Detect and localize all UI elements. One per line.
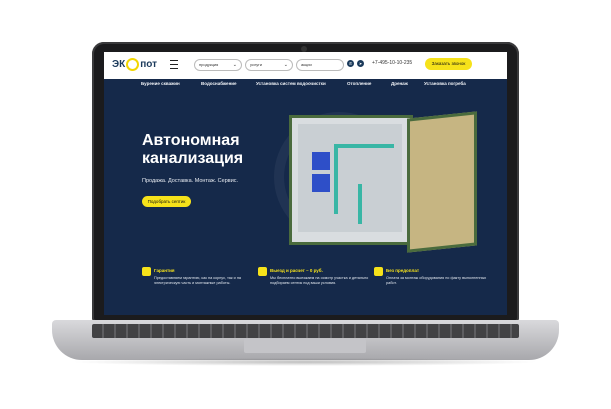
phone-number[interactable]: +7-495-10-10-235 — [372, 60, 412, 66]
blue-tank-top — [312, 152, 330, 170]
site-header: ЭК пот продукция ⌄ услуги ⌄ акции ✆ ➤ +7-49… — [104, 52, 507, 79]
nav-item-cellar[interactable]: Установка погреба — [424, 81, 466, 86]
chevron-down-icon: ⌄ — [283, 62, 288, 68]
logo-prefix: ЭК — [112, 59, 126, 71]
logo-ring-icon — [126, 58, 140, 71]
pipe-horizontal — [334, 144, 394, 148]
whatsapp-icon[interactable]: ✆ — [347, 60, 354, 67]
burger-menu-icon[interactable] — [170, 60, 178, 69]
laptop-trackpad — [244, 339, 366, 353]
cabinet-interior — [298, 124, 402, 232]
promo-dropdown[interactable]: акции — [296, 59, 344, 71]
warranty-icon — [142, 267, 151, 276]
promo-dropdown-label: акции — [301, 62, 312, 67]
main-nav: Бурение скважин Водоснабжение Установка … — [104, 79, 507, 91]
services-dropdown-label: услуги — [250, 62, 262, 67]
feature-title: Гарантия — [154, 268, 175, 273]
blue-tank-bottom — [312, 174, 330, 192]
hand-money-icon — [374, 267, 383, 276]
nav-item-drilling[interactable]: Бурение скважин — [141, 81, 180, 86]
callback-button[interactable]: Заказать звонок — [425, 58, 472, 70]
choose-septic-button[interactable]: Подобрать септик — [142, 196, 191, 207]
nav-item-water-treatment[interactable]: Установка систем водоочистки — [256, 81, 326, 86]
feature-text: Мы бесплатно выезжаем на осмотр участка … — [270, 276, 369, 285]
site-logo[interactable]: ЭК пот — [112, 58, 157, 71]
services-dropdown[interactable]: услуги ⌄ — [245, 59, 293, 71]
nav-item-heating[interactable]: Отопление — [347, 81, 371, 86]
website-screen: ЭК пот продукция ⌄ услуги ⌄ акции ✆ ➤ +7-49… — [104, 52, 507, 315]
feature-title: Без предоплат — [386, 268, 420, 273]
hero-subtitle: Продажа. Доставка. Монтаж. Сервис. — [142, 178, 239, 184]
feature-text: Оплата за монтаж оборудования по факту в… — [386, 276, 487, 285]
nav-item-drainage[interactable]: Дренаж — [391, 81, 408, 86]
pipe-vertical — [334, 144, 338, 214]
feature-text: Предоставляем гарантию, как на корпус, т… — [154, 276, 242, 285]
pipe-drop — [358, 184, 362, 224]
products-dropdown[interactable]: продукция ⌄ — [194, 59, 242, 71]
logo-suffix: пот — [140, 59, 158, 71]
feature-title: Выезд и расчет – 0 руб. — [270, 268, 323, 273]
hero-title: Автономная канализация — [142, 132, 244, 167]
telegram-icon[interactable]: ➤ — [357, 60, 364, 67]
laptop-shadow — [70, 358, 540, 366]
calculator-icon — [258, 267, 267, 276]
laptop-keyboard — [92, 324, 519, 338]
chevron-down-icon: ⌄ — [232, 62, 237, 68]
cabinet-door-illustration — [407, 111, 477, 253]
products-dropdown-label: продукция — [199, 62, 219, 67]
nav-item-water-supply[interactable]: Водоснабжение — [201, 81, 237, 86]
septic-cabinet-illustration — [289, 115, 413, 245]
